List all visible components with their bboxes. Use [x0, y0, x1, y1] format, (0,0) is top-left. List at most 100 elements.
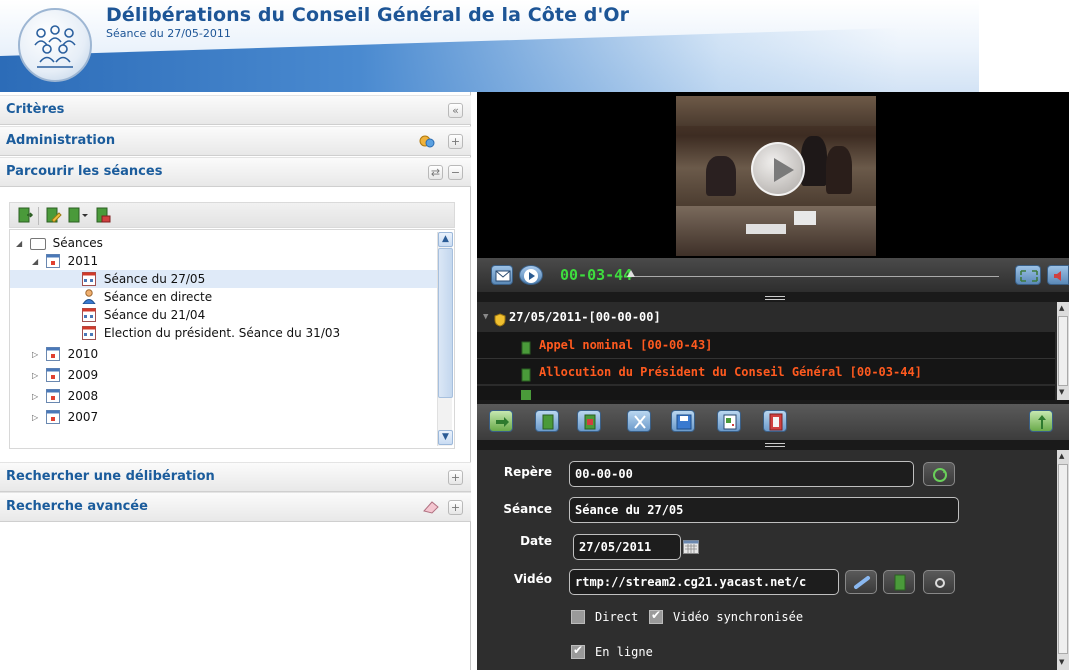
tree-item-label: Séance en directe — [103, 290, 213, 304]
scroll-down-icon[interactable]: ▼ — [438, 430, 453, 445]
scroll-up-icon[interactable]: ▲ — [1059, 304, 1064, 312]
upload-arrow-icon[interactable] — [1029, 410, 1053, 432]
marker-row[interactable]: Appel nominal [00-00-43] — [477, 332, 1055, 358]
tree-year-2010[interactable]: ▷ 2010 — [32, 345, 98, 363]
scroll-thumb[interactable] — [1058, 316, 1068, 386]
add-seance-icon[interactable] — [16, 206, 34, 224]
video-thumbnail — [676, 96, 876, 256]
video-person — [706, 156, 736, 196]
play-overlay-icon[interactable] — [751, 142, 805, 196]
video-player[interactable] — [477, 92, 1069, 258]
save-icon[interactable] — [671, 410, 695, 432]
parcourir-title: Parcourir les séances — [6, 164, 163, 179]
scroll-up-icon[interactable]: ▲ — [438, 232, 453, 247]
chapter-icon — [521, 338, 531, 355]
app-subtitle: Séance du 27/05-2011 — [106, 27, 231, 40]
tree-year-2011[interactable]: ◢ 2011 — [32, 252, 98, 270]
tree-root[interactable]: ◢ Séances — [16, 234, 103, 252]
delete-seance-icon[interactable] — [94, 206, 112, 224]
marker-row[interactable]: Allocution du Président du Conseil Génér… — [477, 358, 1055, 384]
tree-item-label: Séance du 21/04 — [103, 308, 206, 322]
council-logo-icon — [18, 8, 92, 82]
list-marker-icon[interactable] — [717, 410, 741, 432]
refresh-icon[interactable]: ⇄ — [428, 165, 443, 180]
expanded-arrow-icon[interactable]: ▼ — [483, 304, 488, 330]
seance-label: Séance — [503, 502, 552, 516]
progress-knob[interactable] — [627, 270, 635, 277]
synced-label: Vidéo synchronisée — [673, 610, 804, 624]
tree-item-label: 2008 — [67, 389, 99, 403]
tree-root-label: Séances — [52, 236, 103, 250]
collapsed-arrow-icon[interactable]: ▷ — [32, 388, 42, 406]
synced-checkbox[interactable] — [649, 608, 663, 624]
person-icon — [82, 289, 96, 305]
date-input[interactable]: 27/05/2011 — [573, 534, 681, 560]
edit-seance-icon[interactable] — [44, 206, 62, 224]
tree-seance-31-03[interactable]: Election du président. Séance du 31/03 — [82, 324, 340, 342]
video-chapter-icon[interactable] — [883, 570, 915, 594]
options-icon[interactable] — [923, 570, 955, 594]
scroll-down-icon[interactable]: ▼ — [1059, 658, 1064, 666]
film-strip-icon[interactable] — [763, 410, 787, 432]
collapsed-arrow-icon[interactable]: ▷ — [32, 367, 42, 385]
eraser-icon[interactable] — [422, 500, 440, 515]
tree-year-2008[interactable]: ▷ 2008 — [32, 387, 98, 405]
collapsed-arrow-icon[interactable]: ▷ — [32, 409, 42, 427]
scroll-thumb[interactable] — [438, 248, 453, 398]
tree-seance-27-05[interactable]: Séance du 27/05 — [10, 270, 438, 288]
volume-icon[interactable] — [1047, 265, 1069, 285]
tree-year-2007[interactable]: ▷ 2007 — [32, 408, 98, 426]
double-chevron-left-icon[interactable]: « — [448, 103, 463, 118]
video-url-input[interactable]: rtmp://stream2.cg21.yacast.net/c — [569, 569, 839, 595]
collapse-minus-icon[interactable]: − — [448, 165, 463, 180]
gear-key-icon — [418, 134, 436, 149]
fullscreen-icon[interactable] — [1015, 265, 1041, 285]
criteres-header[interactable]: Critères « — [0, 95, 471, 125]
online-checkbox[interactable] — [571, 643, 585, 659]
form-scrollbar[interactable]: ▲ ▼ — [1057, 450, 1069, 670]
tree-year-2009[interactable]: ▷ 2009 — [32, 366, 98, 384]
refresh-icon[interactable] — [923, 462, 955, 486]
marker-form: Repère 00-00-00 Séance Séance du 27/05 D… — [477, 450, 1069, 670]
administration-header[interactable]: Administration + — [0, 126, 471, 156]
expanded-arrow-icon[interactable]: ◢ — [16, 235, 26, 253]
marker-label: 27/05/2011-[00-00-00] — [509, 310, 661, 324]
play-icon[interactable] — [519, 265, 543, 285]
edit-toolbar — [477, 404, 1069, 440]
calendar-icon — [45, 409, 60, 424]
list-scrollbar[interactable]: ▲ ▼ — [1057, 302, 1069, 400]
mail-icon[interactable] — [491, 265, 513, 285]
marker-row-root[interactable]: ▼ 27/05/2011-[00-00-00] — [477, 304, 1055, 330]
progress-track[interactable] — [629, 276, 999, 277]
film-marker-icon[interactable] — [577, 410, 601, 432]
seance-input[interactable]: Séance du 27/05 — [569, 497, 959, 523]
scroll-thumb[interactable] — [1058, 464, 1068, 654]
seance-menu-icon[interactable] — [66, 206, 90, 224]
direct-checkbox[interactable] — [571, 610, 585, 624]
expand-plus-icon[interactable]: + — [448, 470, 463, 485]
repere-label: Repère — [503, 465, 552, 479]
scroll-up-icon[interactable]: ▲ — [1059, 452, 1064, 460]
expand-plus-icon[interactable]: + — [448, 500, 463, 515]
chapter-icon — [521, 365, 531, 382]
repere-input[interactable]: 00-00-00 — [569, 461, 914, 487]
calendar-picker-icon[interactable] — [683, 539, 699, 554]
collapsed-arrow-icon[interactable]: ▷ — [32, 346, 42, 364]
splitter-grip[interactable] — [765, 443, 785, 447]
expand-plus-icon[interactable]: + — [448, 134, 463, 149]
link-icon[interactable] — [845, 570, 877, 594]
expanded-arrow-icon[interactable]: ◢ — [32, 253, 42, 271]
avancee-header[interactable]: Recherche avancée + — [0, 492, 471, 522]
scroll-down-icon[interactable]: ▼ — [1059, 388, 1064, 396]
rechercher-title: Rechercher une délibération — [6, 469, 215, 484]
marker-list: ▼ 27/05/2011-[00-00-00] Appel nominal [0… — [477, 302, 1069, 400]
tree-seance-directe[interactable]: Séance en directe — [82, 288, 212, 306]
splitter-grip[interactable] — [765, 296, 785, 300]
rechercher-header[interactable]: Rechercher une délibération + — [0, 462, 471, 492]
tree-scrollbar[interactable]: ▲ ▼ — [437, 232, 453, 446]
add-marker-icon[interactable] — [535, 410, 559, 432]
go-arrow-icon[interactable] — [489, 410, 513, 432]
tree-seance-21-04[interactable]: Séance du 21/04 — [82, 306, 205, 324]
cut-icon[interactable] — [627, 410, 651, 432]
parcourir-header[interactable]: Parcourir les séances ⇄ − — [0, 157, 471, 187]
